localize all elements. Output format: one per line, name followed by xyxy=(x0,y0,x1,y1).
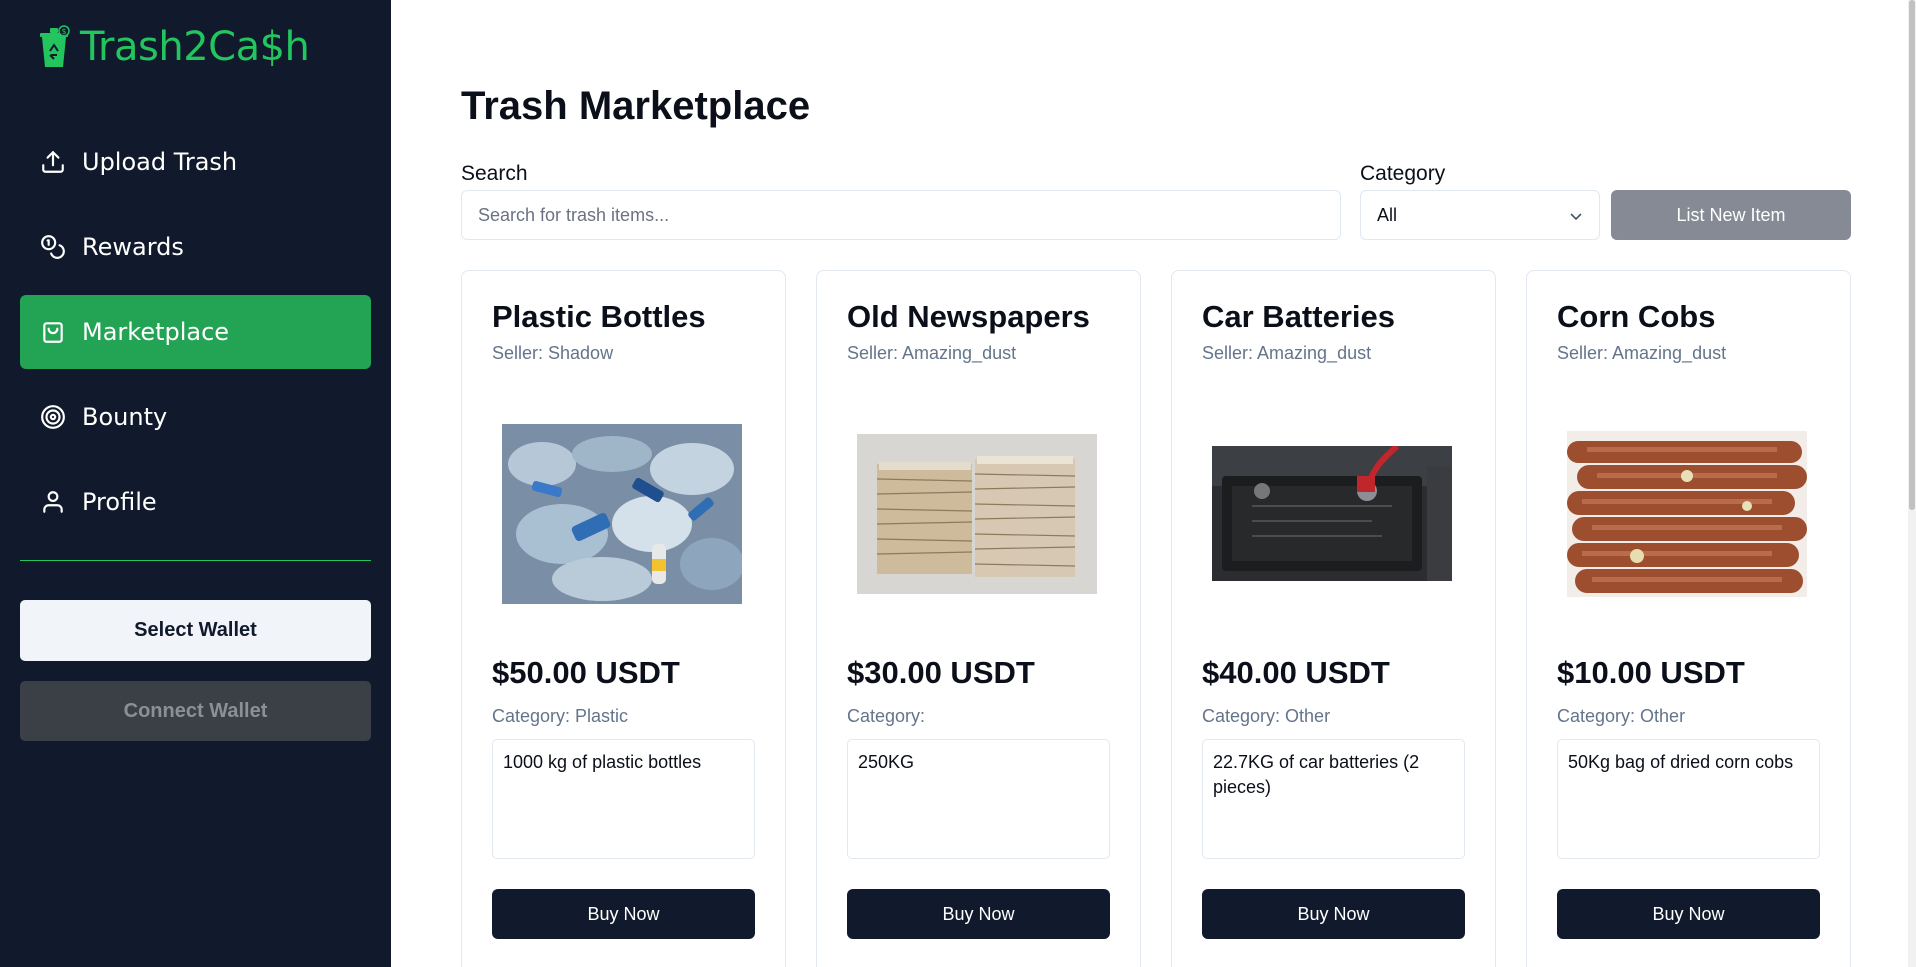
product-card: Corn Cobs Seller: Amazing_dust $10.00 US… xyxy=(1526,270,1851,967)
corn-cobs-photo xyxy=(1567,431,1807,597)
chevron-down-icon xyxy=(1570,213,1582,221)
nav-rewards[interactable]: Rewards xyxy=(20,210,371,284)
select-wallet-button[interactable]: Select Wallet xyxy=(20,600,371,661)
card-category: Category: Plastic xyxy=(492,706,629,726)
product-card: Plastic Bottles Seller: Shadow $50.00 US… xyxy=(461,270,786,967)
vertical-scrollbar[interactable] xyxy=(1908,0,1916,967)
upload-icon xyxy=(42,151,64,173)
plastic-bottles-photo xyxy=(502,424,742,604)
card-description: 1000 kg of plastic bottles xyxy=(492,739,755,859)
nav-profile[interactable]: Profile xyxy=(20,465,371,539)
card-price: $30.00 USDT xyxy=(847,655,1035,690)
buy-now-button[interactable]: Buy Now xyxy=(492,889,755,939)
car-battery-photo xyxy=(1212,446,1452,581)
product-card: Old Newspapers Seller: Amazing_dust $30.… xyxy=(816,270,1141,967)
brand-logo[interactable]: $ Trash2Ca$h xyxy=(38,24,310,70)
newspapers-photo xyxy=(857,434,1097,594)
brand-name: Trash2Ca$h xyxy=(80,24,310,70)
buy-now-button[interactable]: Buy Now xyxy=(1202,889,1465,939)
category-label: Category xyxy=(1360,162,1446,185)
scrollbar-thumb[interactable] xyxy=(1909,0,1915,510)
page-title: Trash Marketplace xyxy=(461,84,811,128)
card-seller: Seller: Shadow xyxy=(492,343,614,363)
list-new-item-button[interactable]: List New Item xyxy=(1611,190,1851,240)
card-description: 50Kg bag of dried corn cobs xyxy=(1557,739,1820,859)
card-seller: Seller: Amazing_dust xyxy=(1557,343,1727,363)
nav-marketplace[interactable]: Marketplace xyxy=(20,295,371,369)
shopping-bag-icon xyxy=(43,322,63,343)
connect-wallet-button[interactable]: Connect Wallet xyxy=(20,681,371,741)
sidebar-divider xyxy=(20,560,371,561)
card-price: $50.00 USDT xyxy=(492,655,680,690)
card-title: Old Newspapers xyxy=(847,299,1090,334)
nav-bounty[interactable]: Bounty xyxy=(20,380,371,454)
buy-now-button[interactable]: Buy Now xyxy=(847,889,1110,939)
product-card: Car Batteries Seller: Amazing_dust $40.0… xyxy=(1171,270,1496,967)
nav-label: Rewards xyxy=(82,233,184,261)
search-label: Search xyxy=(461,162,528,185)
category-select[interactable]: All xyxy=(1360,190,1600,240)
coins-icon xyxy=(41,235,65,259)
category-value: All xyxy=(1377,204,1398,225)
card-description: 250KG xyxy=(847,739,1110,859)
nav-label: Upload Trash xyxy=(82,148,238,176)
search-input[interactable] xyxy=(461,190,1341,240)
buy-now-button[interactable]: Buy Now xyxy=(1557,889,1820,939)
card-price: $10.00 USDT xyxy=(1557,655,1745,690)
nav-label: Marketplace xyxy=(82,318,230,346)
recycle-bin-icon: $ xyxy=(40,25,70,67)
card-title: Car Batteries xyxy=(1202,299,1395,334)
card-category: Category: Other xyxy=(1557,706,1686,726)
nav-label: Profile xyxy=(82,488,157,516)
sidebar: $ Trash2Ca$h Upload Trash Rewards Market… xyxy=(0,0,391,967)
svg-text:$: $ xyxy=(61,27,66,36)
main-content: Trash Marketplace Search Category All Li… xyxy=(391,0,1916,967)
card-seller: Seller: Amazing_dust xyxy=(847,343,1017,363)
card-category: Category: Other xyxy=(1202,706,1331,726)
card-price: $40.00 USDT xyxy=(1202,655,1390,690)
card-seller: Seller: Amazing_dust xyxy=(1202,343,1372,363)
card-description: 22.7KG of car batteries (2 pieces) xyxy=(1202,739,1465,859)
card-title: Plastic Bottles xyxy=(492,299,706,334)
nav-upload-trash[interactable]: Upload Trash xyxy=(20,125,371,199)
card-category: Category: xyxy=(847,706,926,726)
nav-label: Bounty xyxy=(82,403,168,431)
target-icon xyxy=(41,405,65,429)
card-title: Corn Cobs xyxy=(1557,299,1716,334)
user-icon xyxy=(43,491,63,513)
